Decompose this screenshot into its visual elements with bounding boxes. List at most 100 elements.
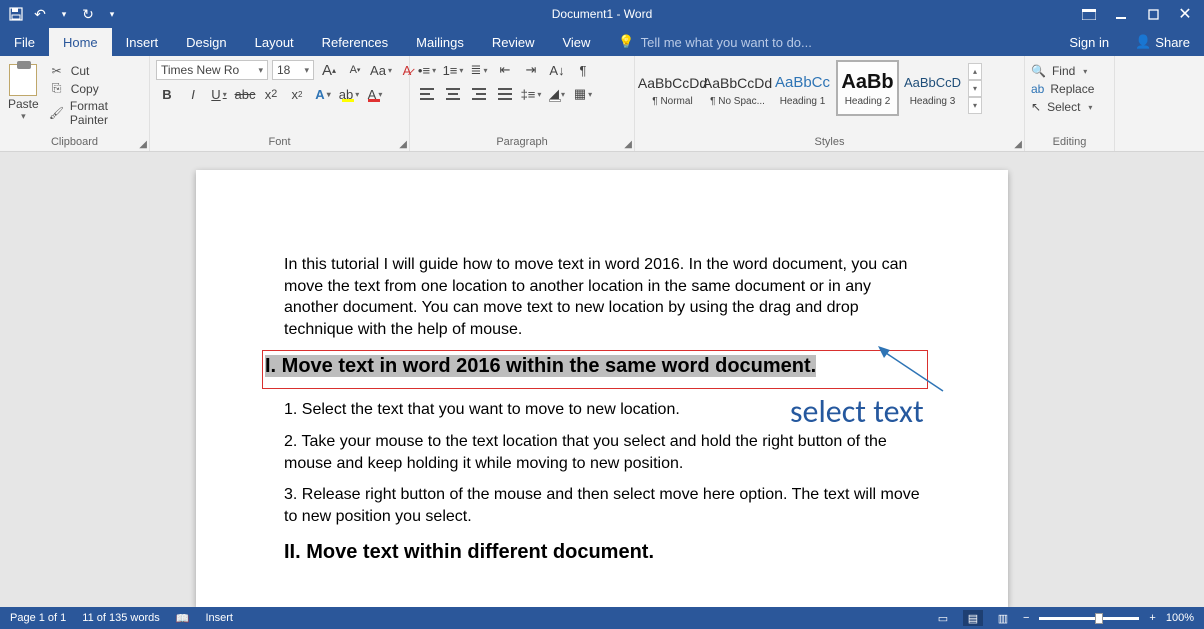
style-heading-2[interactable]: AaBbHeading 2 <box>836 60 899 116</box>
numbering-button[interactable]: 1≡▾ <box>442 60 464 80</box>
document-area[interactable]: In this tutorial I will guide how to mov… <box>0 152 1204 607</box>
zoom-in-icon[interactable]: + <box>1149 612 1155 624</box>
group-clipboard: Paste ▾ ✂Cut ⎘Copy 🖌Format Painter Clipb… <box>0 56 150 151</box>
font-name-combo[interactable]: Times New Ro▾ <box>156 60 268 80</box>
document-page[interactable]: In this tutorial I will guide how to mov… <box>196 170 1008 607</box>
tab-view[interactable]: View <box>548 28 604 56</box>
justify-button[interactable] <box>494 84 516 104</box>
replace-button[interactable]: abReplace <box>1031 82 1094 96</box>
style-heading-1[interactable]: AaBbCcHeading 1 <box>771 60 834 116</box>
tab-insert[interactable]: Insert <box>112 28 173 56</box>
change-case-button[interactable]: Aa▾ <box>370 60 392 80</box>
highlight-button[interactable]: ab▾ <box>338 84 360 104</box>
increase-indent-button[interactable]: ⇥ <box>520 60 542 80</box>
cut-button[interactable]: ✂Cut <box>49 64 143 78</box>
line-spacing-button[interactable]: ‡≡▾ <box>520 84 542 104</box>
read-mode-icon[interactable]: ▭ <box>933 610 953 626</box>
font-size-combo[interactable]: 18▾ <box>272 60 314 80</box>
doc-heading-2[interactable]: II. Move text within different document. <box>284 541 920 564</box>
sort-button[interactable]: A↓ <box>546 60 568 80</box>
strikethrough-button[interactable]: abc <box>234 84 256 104</box>
text-effects-button[interactable]: A▾ <box>312 84 334 104</box>
selected-text[interactable]: I. Move text in word 2016 within the sam… <box>265 355 816 377</box>
style-heading-3[interactable]: AaBbCcDHeading 3 <box>901 60 964 116</box>
ribbon-display-icon[interactable] <box>1074 2 1104 26</box>
group-editing: 🔍Find▾ abReplace ↖Select▾ Editing <box>1025 56 1115 151</box>
align-left-button[interactable] <box>416 84 438 104</box>
chevron-down-icon: ▾ <box>258 65 263 76</box>
tab-mailings[interactable]: Mailings <box>402 28 478 56</box>
close-icon[interactable]: ✕ <box>1170 2 1200 26</box>
web-layout-icon[interactable]: ▥ <box>993 610 1013 626</box>
borders-button[interactable]: ▦▾ <box>572 84 594 104</box>
copy-button[interactable]: ⎘Copy <box>49 81 143 96</box>
print-layout-icon[interactable]: ▤ <box>963 610 983 626</box>
select-button[interactable]: ↖Select▾ <box>1031 100 1094 114</box>
superscript-button[interactable]: x2 <box>286 84 308 104</box>
font-size-value: 18 <box>277 63 290 77</box>
font-color-button[interactable]: A▾ <box>364 84 386 104</box>
align-center-button[interactable] <box>442 84 464 104</box>
minimize-icon[interactable] <box>1106 2 1136 26</box>
tab-layout[interactable]: Layout <box>241 28 308 56</box>
shading-button[interactable]: ◢▾ <box>546 84 568 104</box>
format-painter-button[interactable]: 🖌Format Painter <box>49 99 143 127</box>
find-button[interactable]: 🔍Find▾ <box>1031 64 1094 78</box>
zoom-out-icon[interactable]: − <box>1023 612 1029 624</box>
undo-icon[interactable]: ↶ <box>32 6 48 22</box>
undo-dropdown-icon[interactable]: ▾ <box>56 6 72 22</box>
align-right-button[interactable] <box>468 84 490 104</box>
tab-references[interactable]: References <box>308 28 402 56</box>
clipboard-group-title: Clipboard <box>6 136 143 150</box>
styles-dialog-launcher-icon[interactable]: ◢ <box>1014 139 1022 150</box>
redo-icon[interactable]: ↻ <box>80 6 96 22</box>
style---no-spac---[interactable]: AaBbCcDd¶ No Spac... <box>706 60 769 116</box>
paste-dropdown-icon[interactable]: ▾ <box>21 111 26 122</box>
show-marks-button[interactable]: ¶ <box>572 60 594 80</box>
shrink-font-button[interactable]: A▾ <box>344 60 366 80</box>
tab-design[interactable]: Design <box>172 28 240 56</box>
italic-button[interactable]: I <box>182 84 204 104</box>
grow-font-button[interactable]: A▴ <box>318 60 340 80</box>
font-dialog-launcher-icon[interactable]: ◢ <box>399 139 407 150</box>
paragraph-dialog-launcher-icon[interactable]: ◢ <box>624 139 632 150</box>
gallery-scroll-icon[interactable]: ▾ <box>968 80 982 97</box>
tab-home[interactable]: Home <box>49 28 112 56</box>
tab-review[interactable]: Review <box>478 28 549 56</box>
title-bar: ↶ ▾ ↻ ▾ Document1 - Word ✕ <box>0 0 1204 28</box>
tab-file[interactable]: File <box>0 28 49 56</box>
status-insert-mode[interactable]: Insert <box>205 612 233 624</box>
doc-paragraph[interactable]: In this tutorial I will guide how to mov… <box>284 254 920 340</box>
maximize-icon[interactable] <box>1138 2 1168 26</box>
doc-paragraph[interactable]: 3. Release right button of the mouse and… <box>284 484 920 527</box>
paste-button[interactable]: Paste ▾ <box>6 60 45 122</box>
share-label: Share <box>1155 35 1190 50</box>
doc-paragraph[interactable]: 1. Select the text that you want to move… <box>284 399 920 421</box>
status-word-count[interactable]: 11 of 135 words <box>82 612 159 624</box>
qat-customize-icon[interactable]: ▾ <box>104 6 120 22</box>
gallery-scroll-icon[interactable]: ▴ <box>968 63 982 80</box>
bold-button[interactable]: B <box>156 84 178 104</box>
zoom-thumb-icon[interactable] <box>1095 613 1103 624</box>
spellcheck-icon[interactable]: 📖 <box>176 612 190 625</box>
select-label: Select <box>1047 100 1080 114</box>
multilevel-list-button[interactable]: ≣▾ <box>468 60 490 80</box>
share-button[interactable]: 👤Share <box>1121 34 1204 50</box>
zoom-level[interactable]: 100% <box>1166 612 1194 624</box>
underline-button[interactable]: U▾ <box>208 84 230 104</box>
style---normal[interactable]: AaBbCcDd¶ Normal <box>641 60 704 116</box>
status-page[interactable]: Page 1 of 1 <box>10 612 66 624</box>
zoom-slider[interactable] <box>1039 617 1139 620</box>
subscript-button[interactable]: x2 <box>260 84 282 104</box>
gallery-more-icon[interactable]: ▾ <box>968 97 982 114</box>
save-icon[interactable] <box>8 6 24 22</box>
bullets-button[interactable]: •≡▾ <box>416 60 438 80</box>
doc-paragraph[interactable]: 2. Take your mouse to the text location … <box>284 431 920 474</box>
doc-heading-1[interactable]: I. Move text in word 2016 within the sam… <box>265 355 925 378</box>
tell-me[interactable]: 💡Tell me what you want to do... <box>604 34 811 50</box>
ribbon: Paste ▾ ✂Cut ⎘Copy 🖌Format Painter Clipb… <box>0 56 1204 152</box>
clipboard-dialog-launcher-icon[interactable]: ◢ <box>139 139 147 150</box>
sign-in[interactable]: Sign in <box>1057 35 1121 50</box>
decrease-indent-button[interactable]: ⇤ <box>494 60 516 80</box>
editing-group-title: Editing <box>1031 136 1108 150</box>
